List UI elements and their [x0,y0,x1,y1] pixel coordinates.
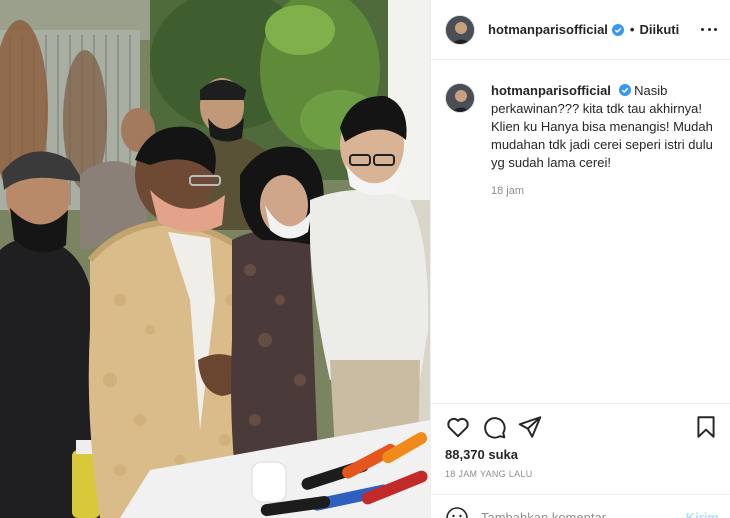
bookmark-icon[interactable] [693,414,719,440]
follow-separator: • [629,22,635,37]
more-options-icon[interactable] [701,20,717,38]
caption-comment: hotmanparisofficial Nasib perkawinan??? … [445,82,725,197]
post-photo[interactable] [0,0,430,518]
comment-bubble-icon[interactable] [481,414,507,440]
paper-plane-icon[interactable] [517,414,543,440]
press-conference-photo [0,0,430,518]
caption-avatar[interactable] [445,83,475,113]
caption-username[interactable]: hotmanparisofficial [491,83,611,98]
post-author-username[interactable]: hotmanparisofficial [488,22,608,37]
verified-badge-icon [611,23,624,36]
verified-badge-icon [618,84,631,96]
caption-body: hotmanparisofficial Nasib perkawinan??? … [491,82,717,197]
post-header: hotmanparisofficial • Diikuti [431,0,730,60]
comment-input[interactable] [481,507,671,518]
caption-timestamp[interactable]: 18 jam [491,185,717,197]
smiley-icon[interactable] [445,506,469,518]
post-comment-button[interactable]: Kirim [686,510,719,518]
avatar[interactable] [445,14,475,45]
add-comment-bar: Kirim [431,494,730,518]
post-timestamp[interactable]: 18 JAM YANG LALU [445,469,533,479]
post-actions: 88,370 suka 18 JAM YANG LALU Kirim [431,403,730,518]
heart-icon[interactable] [445,414,471,440]
follow-status-button[interactable]: Diikuti [639,22,679,37]
like-count[interactable]: 88,370 suka [445,447,518,462]
caption-text-block: hotmanparisofficial Nasib perkawinan??? … [491,82,717,172]
post-side-panel: hotmanparisofficial • Diikuti hotmanpari… [430,0,730,518]
